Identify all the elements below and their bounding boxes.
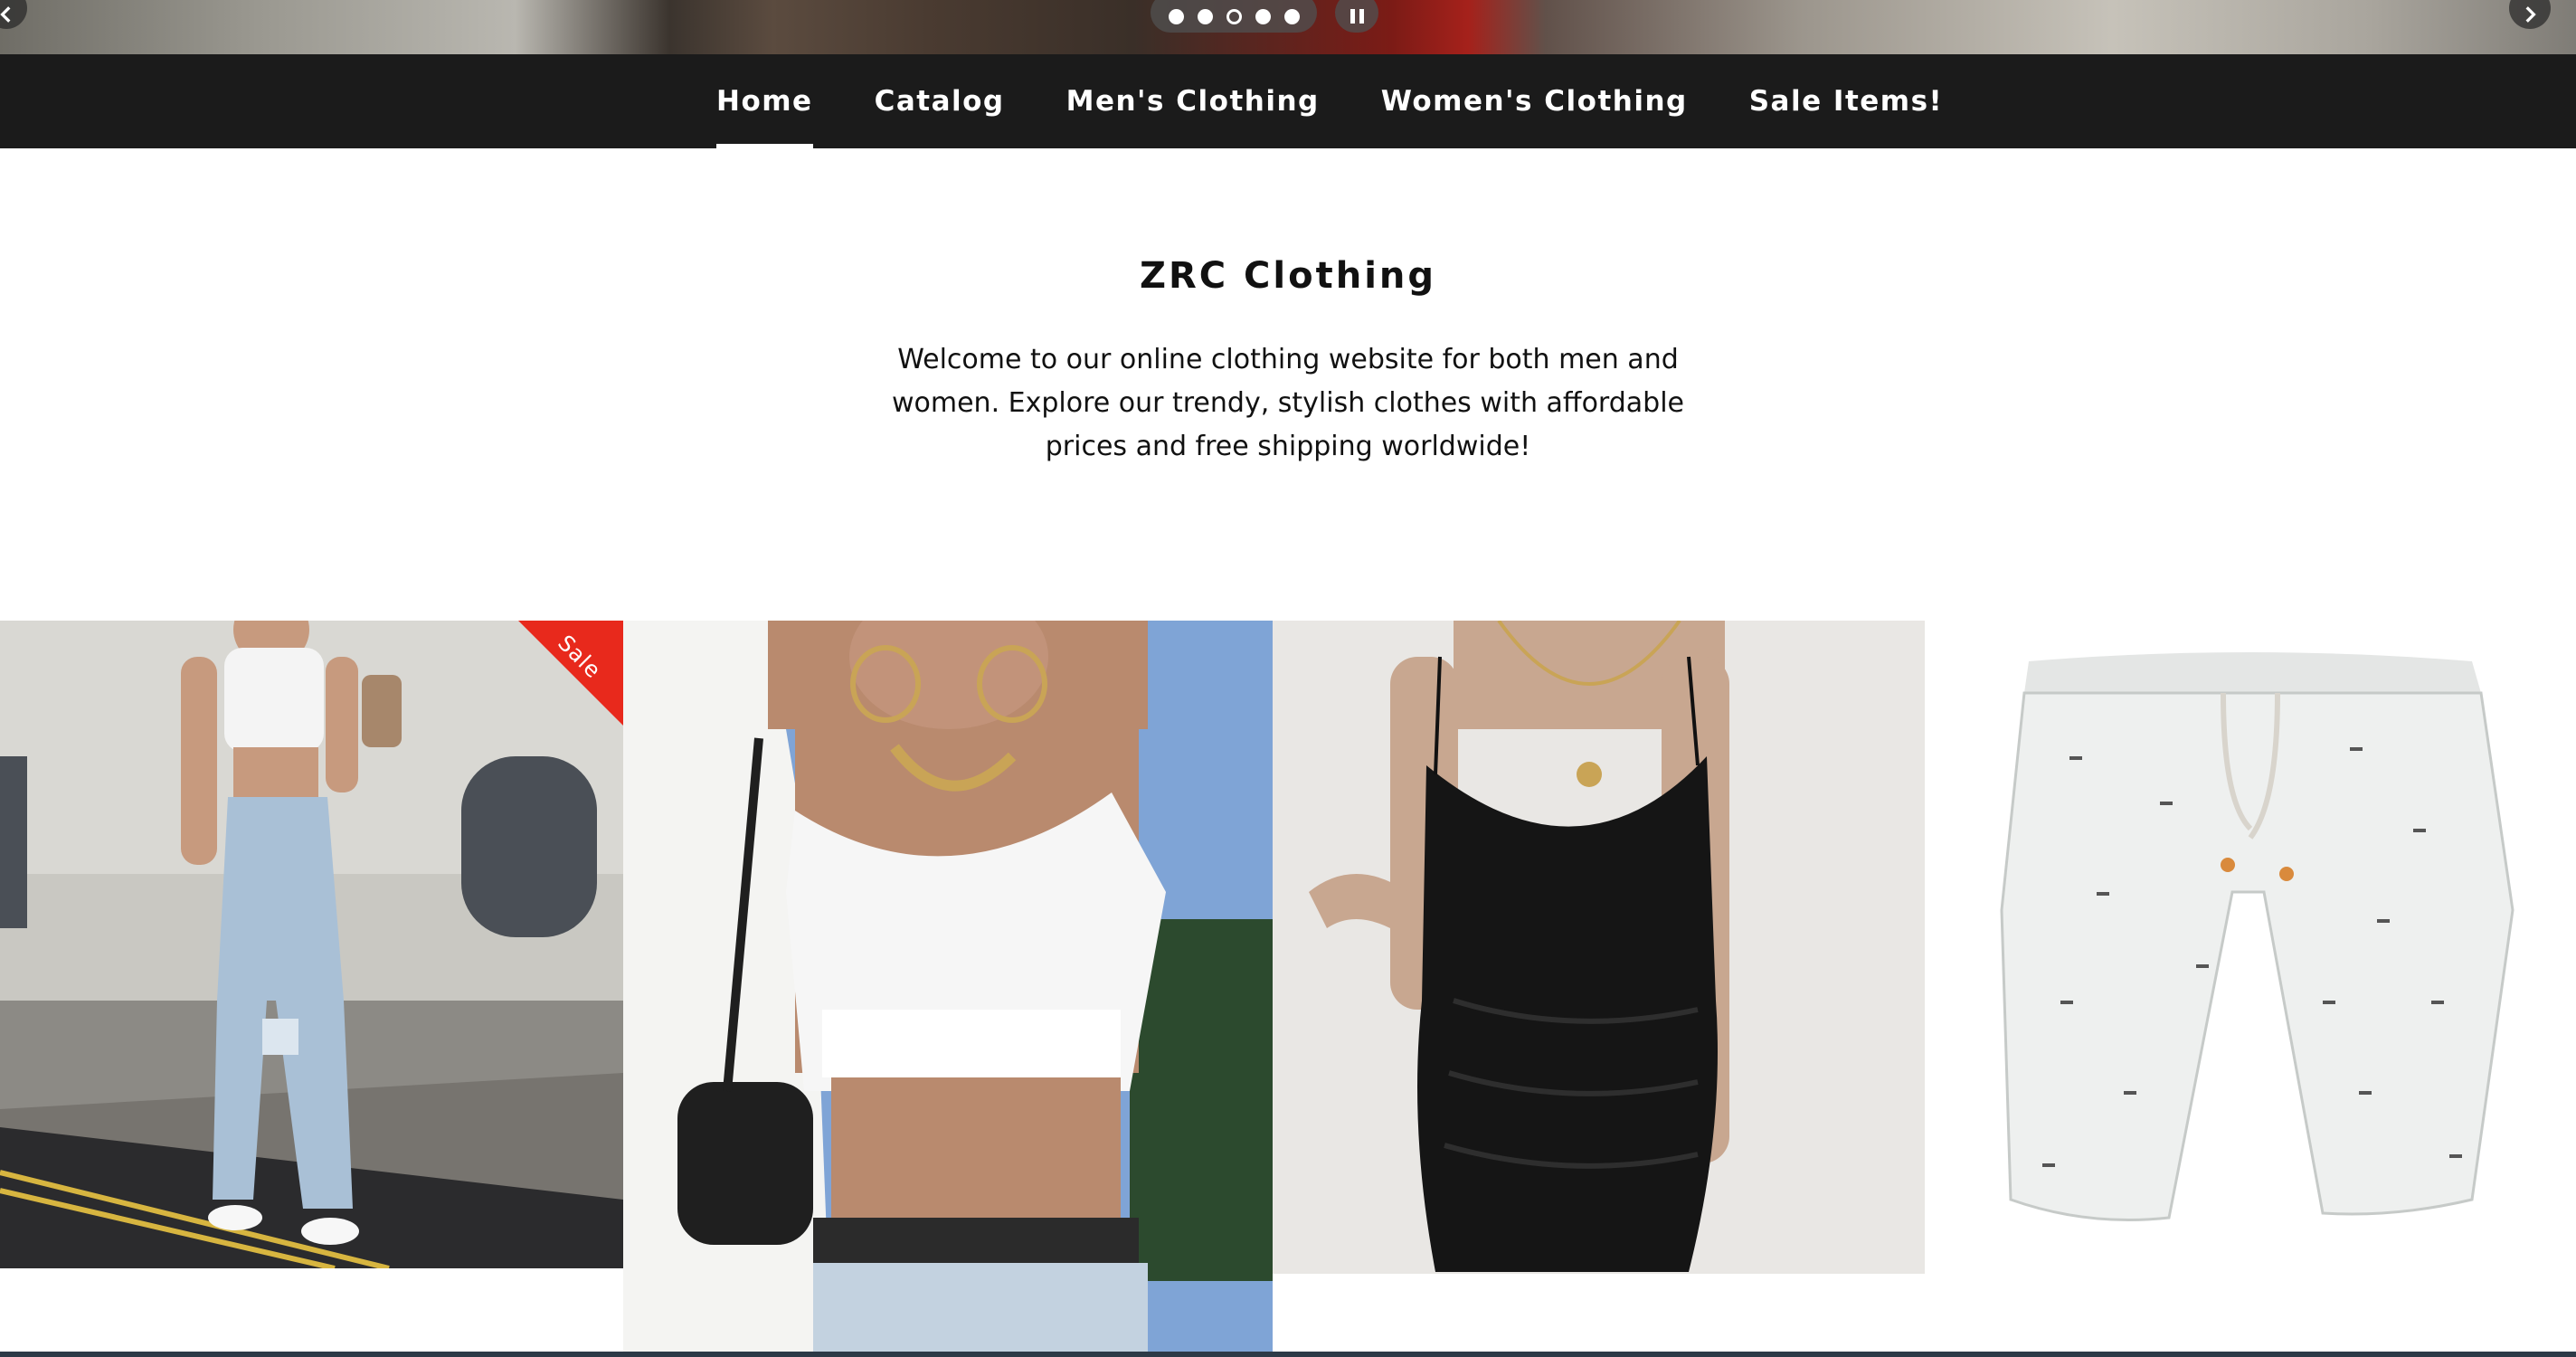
slide-dot-5[interactable]: [1283, 8, 1300, 24]
product-card-1[interactable]: Sale: [0, 621, 623, 1268]
nav-item-sale-items[interactable]: Sale Items!: [1749, 54, 1943, 148]
sale-badge: Sale: [518, 621, 623, 726]
product-card-4[interactable]: [1925, 621, 2576, 1274]
slideshow-dots: [1151, 0, 1317, 33]
product-image: [623, 621, 1273, 1352]
footer-divider: [0, 1352, 2576, 1357]
product-card-2[interactable]: [623, 621, 1273, 1352]
welcome-text: Welcome to our online clothing website f…: [891, 344, 1685, 462]
product-grid: Sale: [0, 621, 2576, 1352]
main-navbar: Home Catalog Men's Clothing Women's Clot…: [0, 54, 2576, 148]
slideshow-pause-button[interactable]: [1335, 0, 1378, 33]
pause-icon: [1350, 9, 1355, 24]
slideshow-next-button[interactable]: [2509, 0, 2551, 29]
nav-item-home[interactable]: Home: [716, 54, 813, 148]
slide-dot-4[interactable]: [1255, 8, 1271, 24]
slide-dot-1[interactable]: [1168, 8, 1184, 24]
welcome-section: ZRC Clothing Welcome to our online cloth…: [0, 148, 2576, 469]
chevron-right-icon: [2525, 6, 2536, 23]
slide-dot-3[interactable]: [1226, 8, 1242, 24]
product-image: [1273, 621, 1925, 1274]
nav-menu: Home Catalog Men's Clothing Women's Clot…: [716, 54, 1943, 148]
nav-item-womens-clothing[interactable]: Women's Clothing: [1381, 54, 1688, 148]
hero-slideshow: [0, 0, 2576, 54]
nav-item-catalog[interactable]: Catalog: [875, 54, 1005, 148]
nav-item-mens-clothing[interactable]: Men's Clothing: [1066, 54, 1320, 148]
slide-dot-2[interactable]: [1197, 8, 1213, 24]
product-card-3[interactable]: [1273, 621, 1925, 1274]
product-image: [1925, 621, 2576, 1274]
slideshow-prev-button[interactable]: [0, 0, 27, 29]
chevron-left-icon: [0, 6, 11, 23]
page-title: ZRC Clothing: [1139, 255, 1437, 297]
